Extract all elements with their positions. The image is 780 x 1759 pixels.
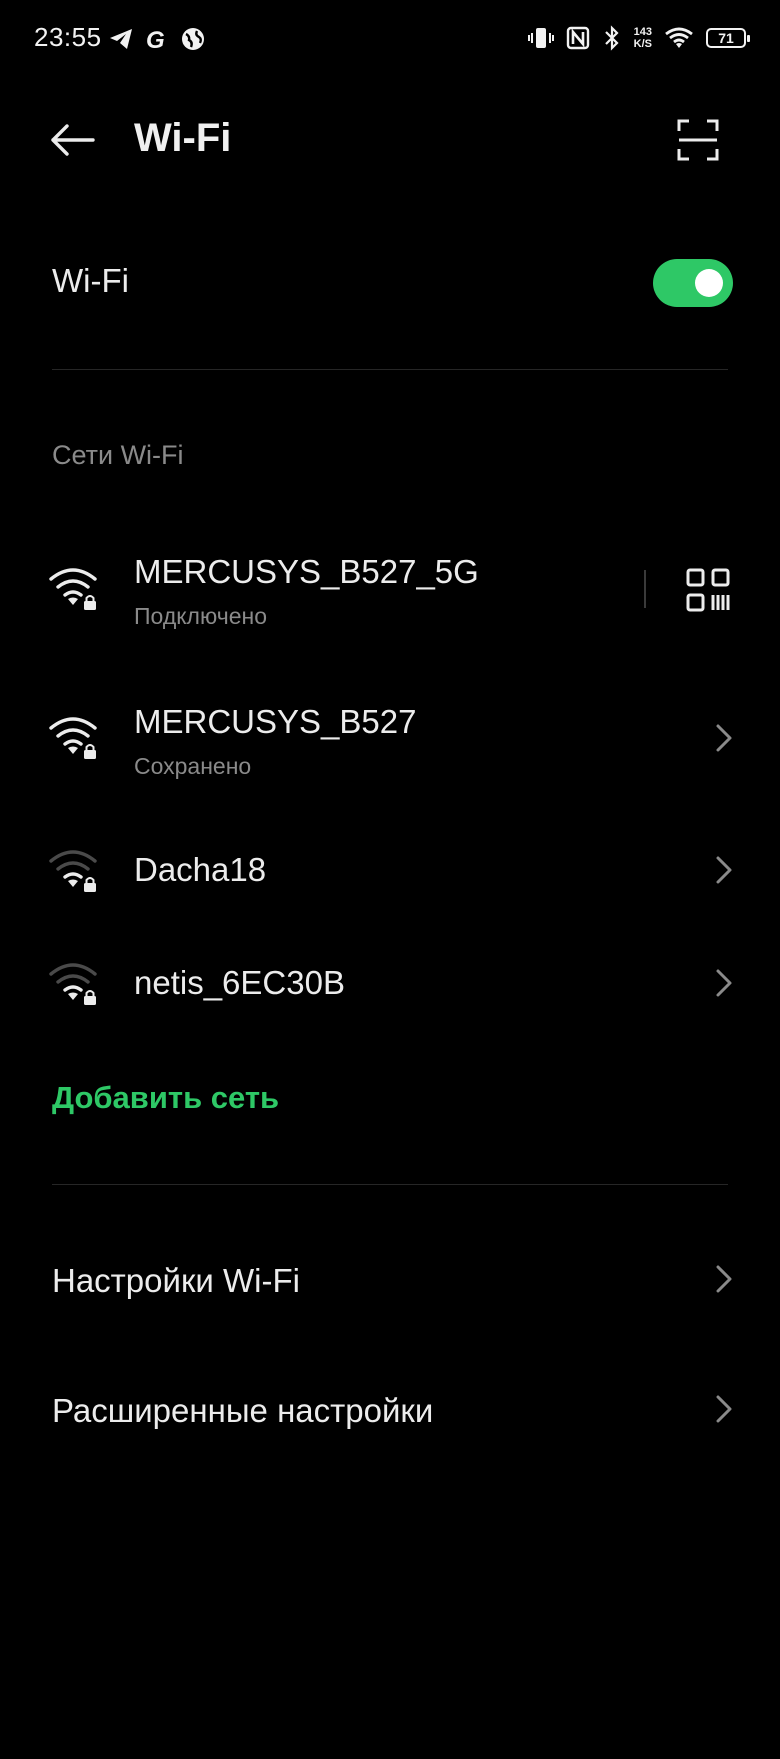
network-name: MERCUSYS_B527 <box>134 703 417 740</box>
globe-icon <box>182 28 204 50</box>
vibrate-icon <box>527 28 554 48</box>
divider <box>52 369 728 370</box>
battery-level: 71 <box>718 30 734 46</box>
qr-code-icon[interactable] <box>684 566 732 614</box>
status-notification-icons: G <box>108 24 206 54</box>
scan-qr-button[interactable] <box>668 112 728 168</box>
wifi-signal-icon <box>665 27 693 48</box>
telegram-icon <box>110 29 132 49</box>
network-name: netis_6EC30B <box>134 964 345 1001</box>
page-title: Wi-Fi <box>134 116 232 160</box>
advanced-settings-label: Расширенные настройки <box>52 1392 434 1429</box>
back-button[interactable] <box>44 112 100 168</box>
wifi-settings-label: Настройки Wi-Fi <box>52 1262 300 1299</box>
toggle-knob <box>695 269 723 297</box>
status-bar: 23:55 G 143 K/S 71 <box>0 0 780 80</box>
nfc-icon <box>566 26 589 50</box>
network-status: Подключено <box>134 603 267 629</box>
vertical-separator <box>644 570 646 608</box>
scan-icon <box>677 119 719 161</box>
add-network-link[interactable]: Добавить сеть <box>52 1080 279 1116</box>
net-speed-value: 143 <box>633 26 652 38</box>
network-name: MERCUSYS_B527_5G <box>134 553 479 590</box>
wifi-toggle-label: Wi-Fi <box>52 262 129 299</box>
chevron-right-icon <box>716 1265 732 1293</box>
g-app-icon: G <box>146 27 165 52</box>
chevron-right-icon <box>716 969 732 997</box>
network-speed: 143 K/S <box>634 26 652 50</box>
network-status: Сохранено <box>134 753 252 779</box>
wifi-weak-locked-icon <box>49 850 97 892</box>
wifi-locked-icon <box>49 717 97 759</box>
battery-icon: 71 <box>706 28 750 48</box>
chevron-right-icon <box>716 1395 732 1423</box>
arrow-left-icon <box>51 124 95 156</box>
net-speed-unit: K/S <box>633 38 652 50</box>
status-system-icons: 143 K/S 71 <box>527 20 750 56</box>
bluetooth-icon <box>604 25 619 51</box>
wifi-toggle[interactable] <box>653 259 733 307</box>
network-name: Dacha18 <box>134 851 267 888</box>
wifi-locked-icon <box>49 568 97 610</box>
networks-section-title: Сети Wi-Fi <box>52 440 184 470</box>
wifi-weak-locked-icon <box>49 963 97 1005</box>
svg-text:G: G <box>146 27 165 52</box>
chevron-right-icon <box>716 724 732 752</box>
network-item[interactable] <box>0 933 780 1033</box>
chevron-right-icon <box>716 856 732 884</box>
divider <box>52 1184 728 1185</box>
status-time: 23:55 <box>34 22 102 52</box>
network-item[interactable] <box>0 820 780 920</box>
